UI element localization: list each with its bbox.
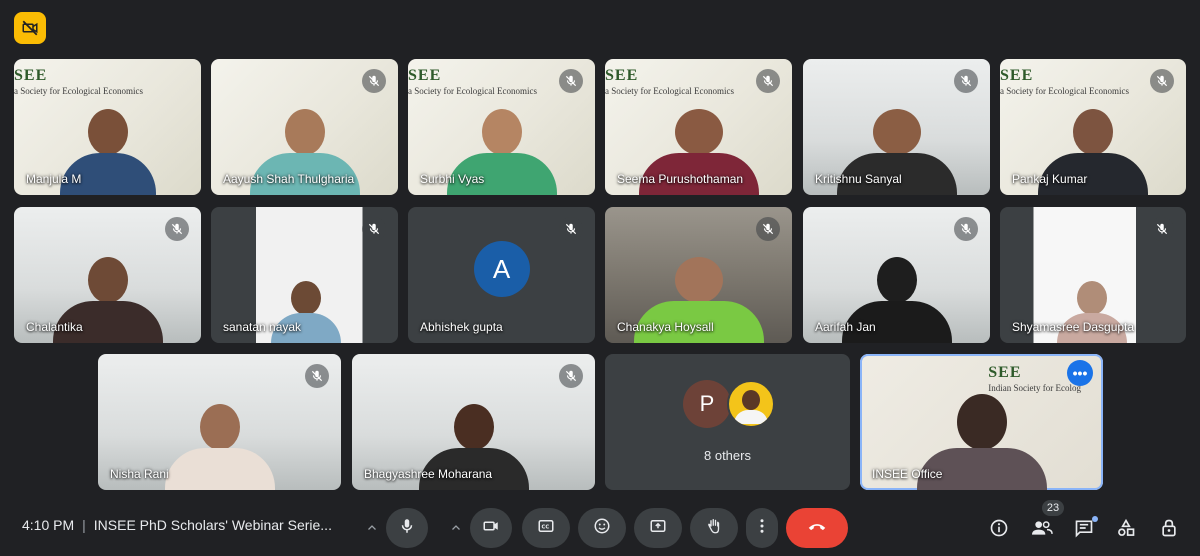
participant-video — [164, 404, 275, 490]
participant-tile[interactable]: SEE a Society for Ecological Economics M… — [14, 59, 201, 195]
mic-off-icon — [756, 217, 780, 241]
microphone-icon — [398, 517, 416, 540]
participant-tile[interactable]: Chanakya Hoysall — [605, 207, 792, 343]
participant-name: Shyamasree Dasgupta — [1012, 320, 1135, 334]
meeting-time: 4:10 PM — [22, 517, 75, 533]
emoji-icon — [593, 517, 611, 540]
participant-tile[interactable]: SEE Indian Society for Ecolog ••• INSEE … — [860, 354, 1103, 490]
others-avatar: P — [683, 380, 731, 428]
participant-tile[interactable]: SEE a Society for Ecological Economics S… — [408, 59, 595, 195]
participant-name: Pankaj Kumar — [1012, 172, 1088, 186]
video-options-chevron-icon[interactable] — [442, 514, 470, 542]
participant-name: Aarifah Jan — [815, 320, 876, 334]
participant-name: Surbhi Vyas — [420, 172, 485, 186]
others-count-label: 8 others — [704, 448, 751, 463]
others-avatars: P — [683, 380, 783, 430]
participant-tile[interactable]: A Abhishek gupta — [408, 207, 595, 343]
slide-subtitle: a Society for Ecological Economics — [14, 86, 143, 96]
camera-button[interactable] — [470, 508, 512, 548]
mic-off-icon — [756, 69, 780, 93]
raise-hand-button[interactable] — [690, 508, 738, 548]
more-options-icon[interactable]: ••• — [1067, 360, 1093, 386]
participant-name: sanatan nayak — [223, 320, 302, 334]
hand-icon — [705, 517, 723, 540]
mic-off-icon — [362, 69, 386, 93]
slide-background-text: SEE a Society for Ecological Economics — [14, 67, 143, 96]
people-icon[interactable] — [1028, 514, 1056, 542]
participant-name: Nisha Rani — [110, 467, 169, 481]
meeting-separator: | — [82, 517, 86, 533]
slide-title: SEE — [1000, 67, 1034, 84]
others-tile[interactable]: P 8 others — [605, 354, 850, 490]
mic-off-icon — [362, 217, 386, 241]
chat-notification-dot — [1092, 516, 1098, 522]
bottom-toolbar: 4:10 PM | INSEE PhD Scholars' Webinar Seri… — [0, 500, 1200, 556]
svg-text:CC: CC — [542, 524, 550, 530]
participant-avatar: A — [473, 241, 530, 297]
more-options-button[interactable] — [746, 508, 778, 548]
participant-tile[interactable]: SEE a Society for Ecological Economics S… — [605, 59, 792, 195]
activities-icon[interactable] — [1112, 514, 1140, 542]
present-screen-icon — [649, 517, 667, 540]
hang-up-icon — [806, 515, 828, 542]
leave-call-button[interactable] — [786, 508, 848, 548]
slide-subtitle: a Society for Ecological Economics — [1000, 86, 1129, 96]
slide-title: SEE — [408, 67, 442, 84]
slide-subtitle: a Society for Ecological Economics — [605, 86, 734, 96]
slide-subtitle: Indian Society for Ecolog — [988, 383, 1081, 393]
mic-off-icon — [954, 69, 978, 93]
participant-tile[interactable]: Aayush Shah Thulgharia — [211, 59, 398, 195]
participant-tile[interactable]: Kritishnu Sanyal — [803, 59, 990, 195]
chat-icon[interactable] — [1070, 514, 1098, 542]
more-vert-icon — [753, 517, 771, 540]
participant-name: Seema Purushothaman — [617, 172, 744, 186]
video-off-indicator-icon[interactable] — [14, 12, 46, 44]
microphone-button[interactable] — [386, 508, 428, 548]
meeting-title: INSEE PhD Scholars' Webinar Serie... — [93, 517, 332, 533]
meeting-details-icon[interactable] — [985, 514, 1013, 542]
mic-off-icon — [165, 217, 189, 241]
mic-off-icon — [559, 364, 583, 388]
reactions-button[interactable] — [578, 508, 626, 548]
participant-name: INSEE Office — [872, 467, 943, 481]
mic-off-icon — [559, 69, 583, 93]
participant-tile[interactable]: Chalantika — [14, 207, 201, 343]
mic-off-icon — [1150, 69, 1174, 93]
participant-tile[interactable]: Nisha Rani — [98, 354, 341, 490]
participant-name: Manjula M — [26, 172, 82, 186]
participant-name: Bhagyashree Moharana — [364, 467, 493, 481]
captions-button[interactable]: CC — [522, 508, 570, 548]
mic-off-icon — [954, 217, 978, 241]
slide-title: SEE — [14, 67, 48, 84]
others-avatar-photo — [727, 380, 775, 428]
slide-title: SEE — [605, 67, 639, 84]
participant-name: Chanakya Hoysall — [617, 320, 714, 334]
participant-name: Aayush Shah Thulgharia — [223, 172, 355, 186]
participant-name: Kritishnu Sanyal — [815, 172, 902, 186]
participant-tile[interactable]: sanatan nayak — [211, 207, 398, 343]
captions-icon: CC — [537, 517, 555, 540]
slide-background-text: SEE a Society for Ecological Economics — [408, 67, 537, 96]
mic-off-icon — [1150, 217, 1174, 241]
participant-name: Chalantika — [26, 320, 83, 334]
slide-subtitle: a Society for Ecological Economics — [408, 86, 537, 96]
participant-tile[interactable]: SEE a Society for Ecological Economics P… — [1000, 59, 1186, 195]
present-screen-button[interactable] — [634, 508, 682, 548]
participant-tile[interactable]: Aarifah Jan — [803, 207, 990, 343]
slide-background-text: SEE a Society for Ecological Economics — [1000, 67, 1129, 96]
participant-tile[interactable]: Shyamasree Dasgupta — [1000, 207, 1186, 343]
mic-off-icon — [559, 217, 583, 241]
meeting-info: 4:10 PM | INSEE PhD Scholars' Webinar Seri… — [22, 517, 332, 533]
participant-name: Abhishek gupta — [420, 320, 503, 334]
host-controls-icon[interactable] — [1155, 514, 1183, 542]
video-camera-icon — [482, 517, 500, 540]
participant-tile[interactable]: Bhagyashree Moharana — [352, 354, 595, 490]
mic-off-icon — [305, 364, 329, 388]
audio-options-chevron-icon[interactable] — [358, 514, 386, 542]
slide-background-text: SEE a Society for Ecological Economics — [605, 67, 734, 96]
